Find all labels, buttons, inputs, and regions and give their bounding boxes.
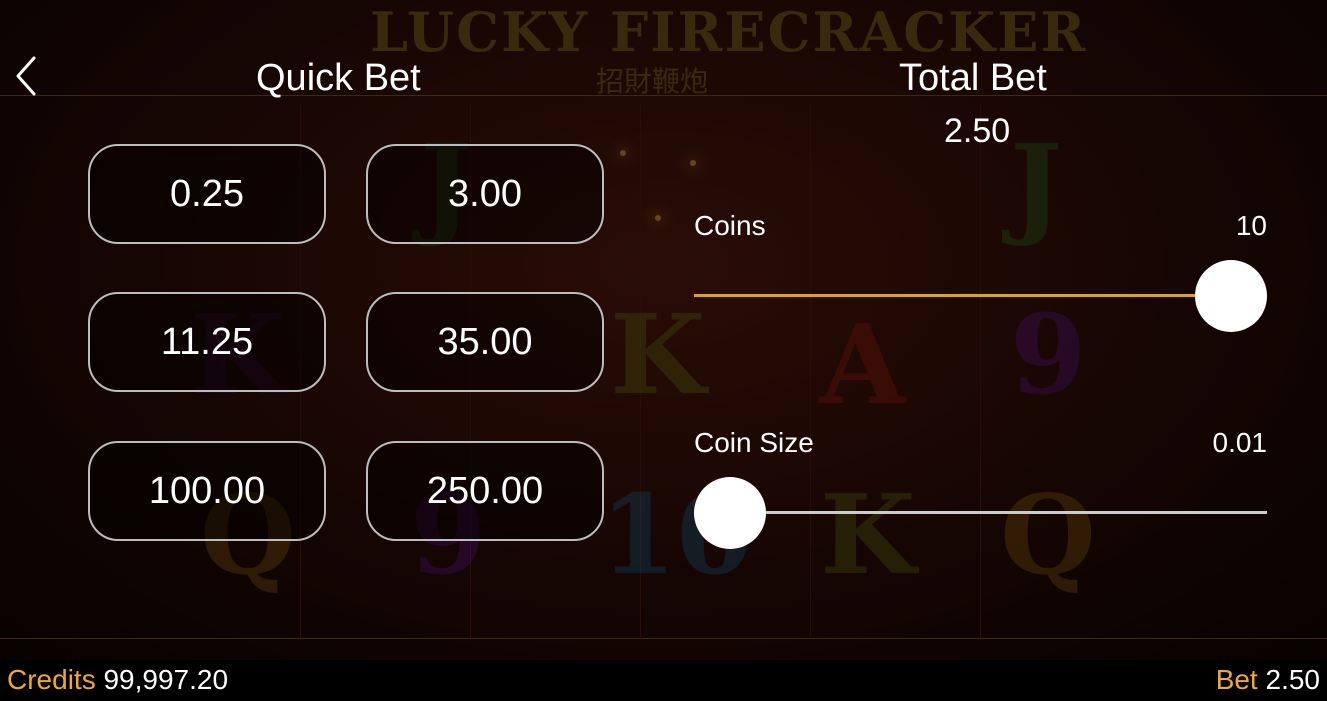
quick-bet-option[interactable]: 3.00 — [366, 144, 604, 244]
reel-border-bottom — [0, 638, 1327, 639]
bet-label: Bet — [1215, 664, 1258, 695]
total-bet-value: 2.50 — [944, 112, 1011, 150]
quick-bet-option[interactable]: 0.25 — [88, 144, 326, 244]
coin-size-slider-handle[interactable] — [694, 477, 766, 549]
quick-bet-option[interactable]: 250.00 — [366, 441, 604, 541]
coins-slider-track-filled[interactable] — [694, 294, 1231, 297]
coins-label: Coins — [694, 210, 766, 241]
coins-value: 10 — [1235, 210, 1267, 241]
total-bet-title: Total Bet — [899, 57, 1047, 99]
symbol-nine: 9 — [1010, 290, 1087, 419]
symbol-a: A — [820, 300, 906, 429]
credits-display: Credits 99,997.20 — [7, 664, 228, 696]
sparkle — [620, 150, 626, 156]
coin-size-label: Coin Size — [694, 427, 814, 458]
reel-divider — [980, 105, 981, 640]
reel-divider — [810, 105, 811, 640]
quick-bet-title: Quick Bet — [256, 57, 421, 99]
chevron-left-icon — [16, 56, 36, 96]
sparkle — [690, 160, 696, 166]
symbol-q: Q — [1000, 470, 1096, 599]
symbol-j: J — [1010, 120, 1063, 249]
credits-label: Credits — [7, 664, 96, 695]
credits-value: 99,997.20 — [103, 664, 229, 695]
bet-display: Bet 2.50 — [1216, 664, 1320, 696]
symbol-k: K — [820, 470, 916, 599]
sparkle — [655, 215, 661, 221]
quick-bet-option[interactable]: 100.00 — [88, 441, 326, 541]
symbol-k: K — [610, 290, 706, 419]
quick-bet-option[interactable]: 11.25 — [88, 292, 326, 392]
coins-slider-handle[interactable] — [1195, 260, 1267, 332]
quick-bet-option[interactable]: 35.00 — [366, 292, 604, 392]
game-logo-subtitle: 招財鞭炮 — [596, 66, 709, 97]
coin-size-value: 0.01 — [1212, 427, 1268, 458]
bet-value: 2.50 — [1265, 664, 1321, 695]
coin-size-slider-track[interactable] — [730, 511, 1267, 514]
back-button[interactable] — [12, 56, 42, 96]
game-logo: LUCKY FIRECRACKER — [370, 0, 1088, 64]
reel-border-top — [0, 95, 1327, 96]
